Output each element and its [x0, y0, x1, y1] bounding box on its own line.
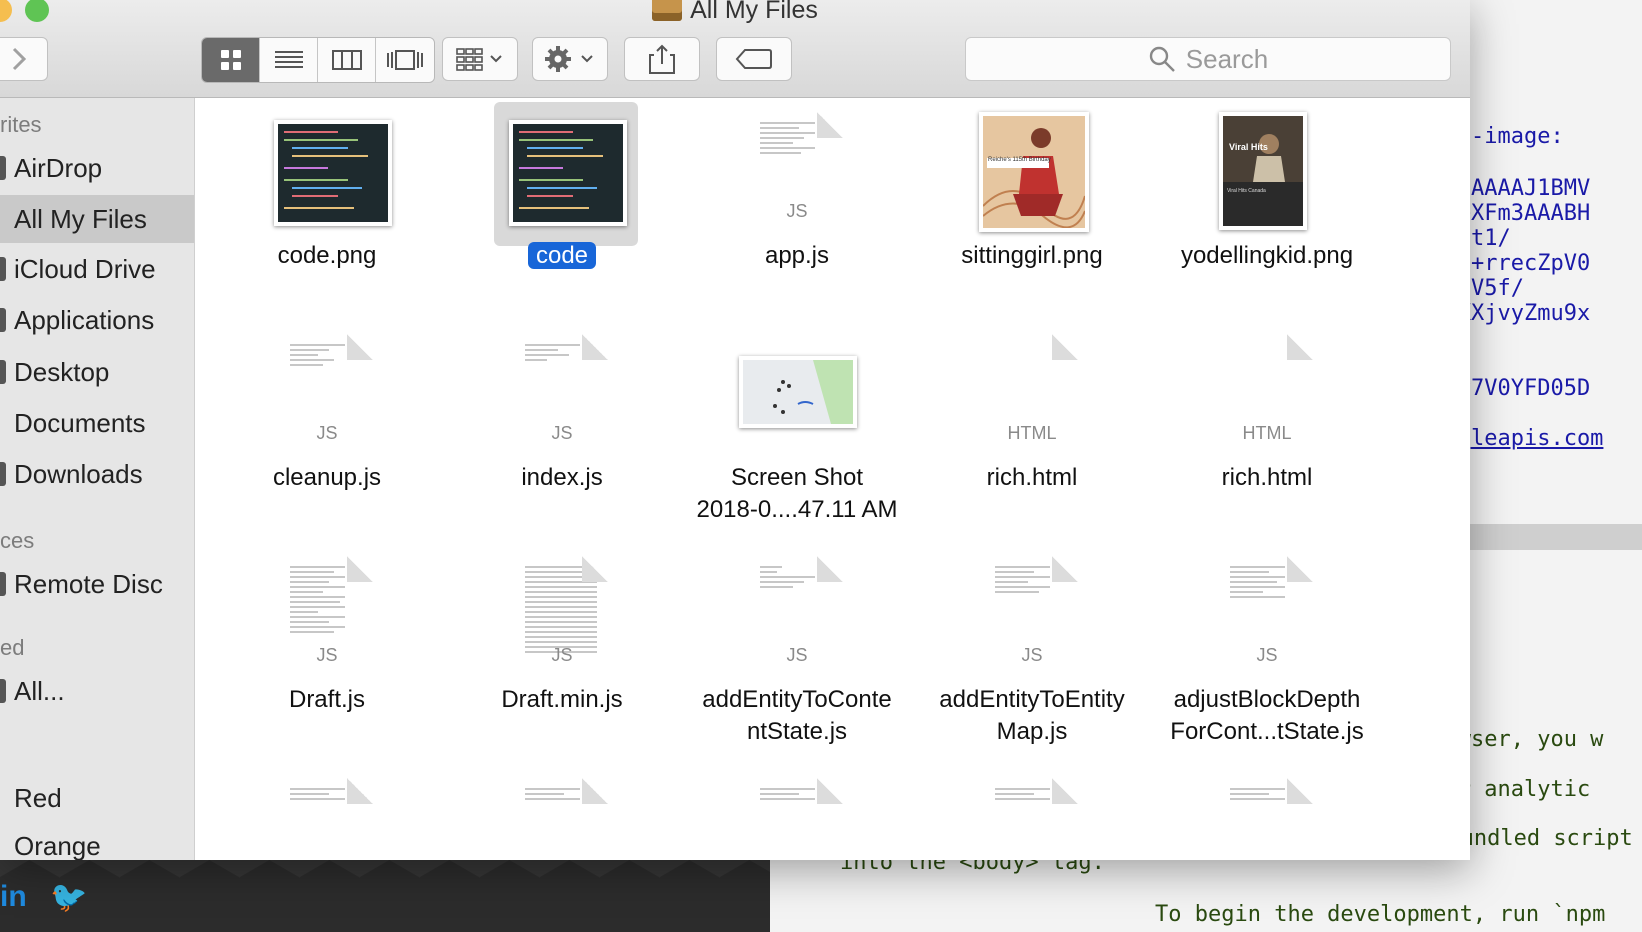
search-field[interactable]: Search: [965, 37, 1451, 81]
js-file-icon[interactable]: [516, 778, 608, 860]
code-thumbnail: [274, 120, 392, 226]
chevron-right-icon: [12, 47, 27, 71]
sidebar: rites AirDrop All My Files iCloud Drive …: [0, 98, 195, 860]
thumbnail-caption: Reiche's 115th Birthday: [988, 157, 1051, 163]
downloads-icon: [0, 462, 6, 486]
sidebar-item-applications[interactable]: Applications: [0, 296, 194, 344]
file-name: Screen Shot 2018-0....47.11 AM: [696, 464, 898, 523]
applications-icon: [0, 308, 6, 332]
js-file-icon[interactable]: [751, 778, 843, 860]
sidebar-item-all-my-files[interactable]: All My Files: [0, 195, 194, 243]
js-file-icon: JS: [281, 334, 373, 452]
cover-flow-icon: [387, 50, 423, 70]
arrange-button[interactable]: [442, 37, 518, 81]
folder-icon: [652, 0, 683, 21]
file-name: rich.html: [1221, 464, 1313, 491]
file-name: adjustBlockDepth ForCont...tState.js: [1170, 686, 1364, 745]
thumbnail-title: Viral Hits: [1229, 142, 1268, 152]
js-file-icon[interactable]: [1221, 778, 1313, 860]
js-file-icon: JS: [751, 556, 843, 674]
screenshot-thumbnail: [739, 356, 857, 428]
sidebar-tag-orange[interactable]: Orange: [0, 822, 194, 861]
forward-button[interactable]: [0, 37, 48, 81]
gear-icon: [545, 46, 593, 72]
sidebar-item-airdrop[interactable]: AirDrop: [0, 144, 194, 192]
finder-window: All My Files Search rites AirDrop All My…: [0, 0, 1470, 860]
file-name: cleanup.js: [272, 464, 382, 491]
grid-icon: [220, 50, 241, 70]
linkedin-icon[interactable]: in: [0, 880, 27, 914]
html-file-icon: HTML: [986, 334, 1078, 452]
cloud-icon: [0, 257, 6, 281]
js-file-icon[interactable]: [281, 778, 373, 860]
sidebar-item-downloads[interactable]: Downloads: [0, 450, 194, 498]
tags-button[interactable]: [716, 37, 792, 81]
code-thumbnail: [509, 120, 627, 226]
list-view-button[interactable]: [260, 38, 318, 82]
share-button[interactable]: [624, 37, 700, 81]
action-button[interactable]: [532, 37, 608, 81]
file-name: app.js: [764, 242, 830, 269]
column-view-button[interactable]: [318, 38, 376, 82]
twitter-icon[interactable]: 🐦: [50, 880, 87, 915]
sidebar-item-remote-disc[interactable]: Remote Disc: [0, 560, 194, 608]
window-title: All My Files: [0, 0, 1470, 25]
sidebar-item-icloud-drive[interactable]: iCloud Drive: [0, 245, 194, 293]
columns-icon: [331, 50, 362, 70]
cover-flow-button[interactable]: [376, 38, 434, 82]
file-name: code.png: [277, 242, 377, 269]
arrange-grid-icon: [456, 48, 502, 71]
sidebar-item-all-shared[interactable]: All...: [0, 667, 194, 715]
js-file-icon: JS: [751, 112, 843, 230]
toolbar: All My Files Search: [0, 0, 1470, 98]
js-file-icon: JS: [516, 334, 608, 452]
sidebar-tag-red[interactable]: Red: [0, 774, 194, 822]
js-file-icon[interactable]: [986, 778, 1078, 860]
file-name: addEntityToConte ntState.js: [702, 686, 892, 745]
file-name: yodellingkid.png: [1180, 242, 1354, 269]
website-footer: [0, 860, 770, 932]
desktop-icon: [0, 360, 6, 384]
js-file-icon: JS: [516, 556, 608, 674]
code-line: To begin the development, run `npm: [1155, 902, 1606, 927]
js-file-icon: JS: [281, 556, 373, 674]
sidebar-item-desktop[interactable]: Desktop: [0, 348, 194, 396]
sidebar-section-devices: ces: [0, 528, 35, 553]
file-name: index.js: [521, 464, 603, 491]
file-name: addEntityToEntity Map.js: [939, 686, 1125, 745]
airdrop-icon: [0, 156, 6, 180]
tag-icon: [735, 49, 772, 69]
view-mode-segment: [201, 37, 435, 83]
playlist-thumbnail: Viral Hits Viral Hits Canada: [1219, 112, 1307, 230]
search-placeholder: Search: [1185, 43, 1269, 74]
file-name: sittinggirl.png: [961, 242, 1103, 269]
icon-view-button[interactable]: [202, 38, 260, 82]
illustration-thumbnail: Reiche's 115th Birthday: [979, 112, 1089, 232]
network-icon: [0, 679, 6, 703]
share-icon: [649, 44, 675, 74]
file-grid: code.png code JS app.js Reiche's 115th B…: [195, 98, 1470, 860]
js-file-icon: JS: [1221, 556, 1313, 674]
sidebar-item-documents[interactable]: Documents: [0, 399, 194, 447]
sidebar-section-favorites: rites: [0, 112, 42, 137]
list-icon: [274, 51, 303, 68]
file-name: rich.html: [986, 464, 1078, 491]
sidebar-section-shared: ed: [0, 635, 25, 660]
js-file-icon: JS: [986, 556, 1078, 674]
disc-icon: [0, 572, 6, 596]
html-file-icon: HTML: [1221, 334, 1313, 452]
thumbnail-caption: Viral Hits Canada: [1227, 188, 1266, 194]
search-icon: [1149, 46, 1175, 72]
file-name: code: [442, 240, 682, 272]
file-name: Draft.js: [288, 686, 365, 713]
file-name: Draft.min.js: [501, 686, 623, 713]
